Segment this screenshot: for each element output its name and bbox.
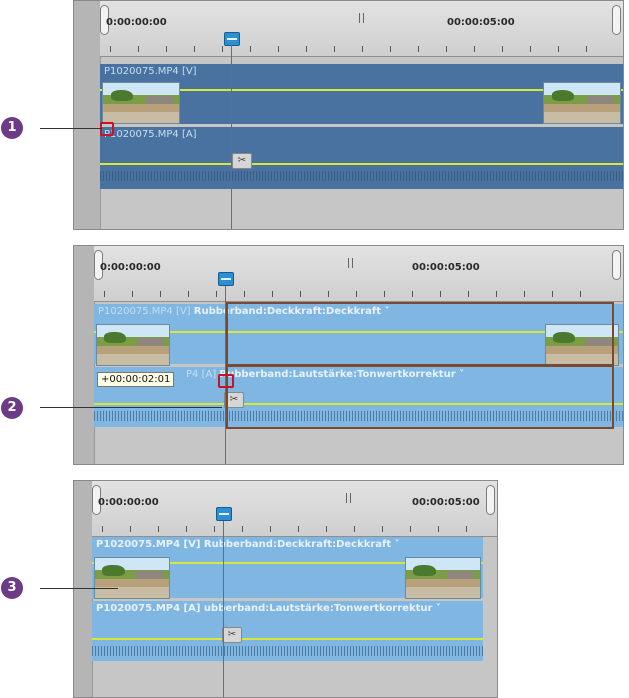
time-ruler[interactable]: 0:00:00:00 00:00:05:00 [94,246,623,302]
ruler-end-bracket[interactable] [612,250,621,280]
video-thumbnail-end [405,557,481,599]
video-track-name: P1020075.MP4 [V] [98,306,191,317]
timeline-panel-3: 0:00:00:00 00:00:05:00 P1020075.MP4 [V] … [73,480,498,698]
scissors-icon[interactable]: ✂ [222,627,242,643]
trim-cursor-icon [218,374,234,388]
playhead-marker-icon[interactable] [218,272,234,286]
callout-2-leader [40,407,222,408]
trim-offset-tooltip: +00:00:02:01 [97,372,175,387]
clip-selection-audio [226,365,614,429]
volume-envelope[interactable] [92,638,483,640]
ruler-ticks [104,291,603,297]
ruler-timecode-mid: 00:00:05:00 [447,17,515,28]
playhead-line[interactable] [223,521,224,697]
ruler-timecode-start: 0:00:00:00 [98,497,159,508]
ruler-grip-icon[interactable] [359,13,364,23]
track-header-column [74,1,101,229]
playhead-marker-icon[interactable] [216,507,232,521]
audio-track[interactable]: P1020075.MP4 [A] ubberband:Lautstärke:To… [92,601,483,661]
callout-2: 2 [1,397,23,419]
ruler-timecode-start: 0:00:00:00 [100,262,161,273]
video-track[interactable]: P1020075.MP4 [V] [100,64,623,124]
ruler-timecode-start: 0:00:00:00 [106,17,167,28]
ruler-grip-icon[interactable] [348,258,353,268]
video-thumbnail-start [96,324,170,366]
audio-track[interactable]: P1020075.MP4 [A] ✂ [100,127,623,189]
timeline-panel-1: 0:00:00:00 00:00:05:00 P1020075.MP4 [V] … [73,0,624,230]
callout-1: 1 [1,117,23,139]
track-header-column [74,481,93,697]
callout-3: 3 [1,577,23,599]
playhead-line[interactable] [231,45,232,229]
callout-3-leader [40,588,118,589]
ruler-timecode-mid: 00:00:05:00 [412,497,480,508]
timeline-panel-2: 0:00:00:00 00:00:05:00 P1020075.MP4 [V] … [73,245,624,465]
ruler-ticks [110,46,603,52]
audio-waveform [92,646,483,656]
video-track-label: P1020075.MP4 [V] [104,66,197,77]
volume-envelope[interactable] [100,163,623,165]
video-track[interactable]: P1020075.MP4 [V] Rubberband:Deckkraft:De… [92,537,483,599]
ruler-timecode-mid: 00:00:05:00 [412,262,480,273]
ruler-end-bracket[interactable] [486,485,495,515]
video-track-label[interactable]: P1020075.MP4 [V] Rubberband:Deckkraft:De… [96,539,400,550]
audio-track-label[interactable]: P1020075.MP4 [A] ubberband:Lautstärke:To… [96,603,441,614]
video-thumbnail-start [94,557,170,599]
ruler-ticks [102,526,477,532]
audio-track-label: P1020075.MP4 [A] [104,129,197,140]
time-ruler[interactable]: 0:00:00:00 00:00:05:00 [92,481,497,537]
clip-selection-video [226,302,614,366]
audio-waveform [100,171,623,181]
callout-1-leader [40,128,102,129]
playhead-marker-icon[interactable] [224,32,240,46]
time-ruler[interactable]: 0:00:00:00 00:00:05:00 [100,1,623,57]
track-header-column [74,246,95,464]
scissors-icon[interactable]: ✂ [232,153,252,169]
ruler-grip-icon[interactable] [346,493,351,503]
video-thumbnail-start [102,82,180,124]
ruler-end-bracket[interactable] [612,5,621,35]
audio-track-name: P4 [A] [186,369,217,380]
trim-cursor-icon [100,122,114,136]
video-thumbnail-end [543,82,621,124]
